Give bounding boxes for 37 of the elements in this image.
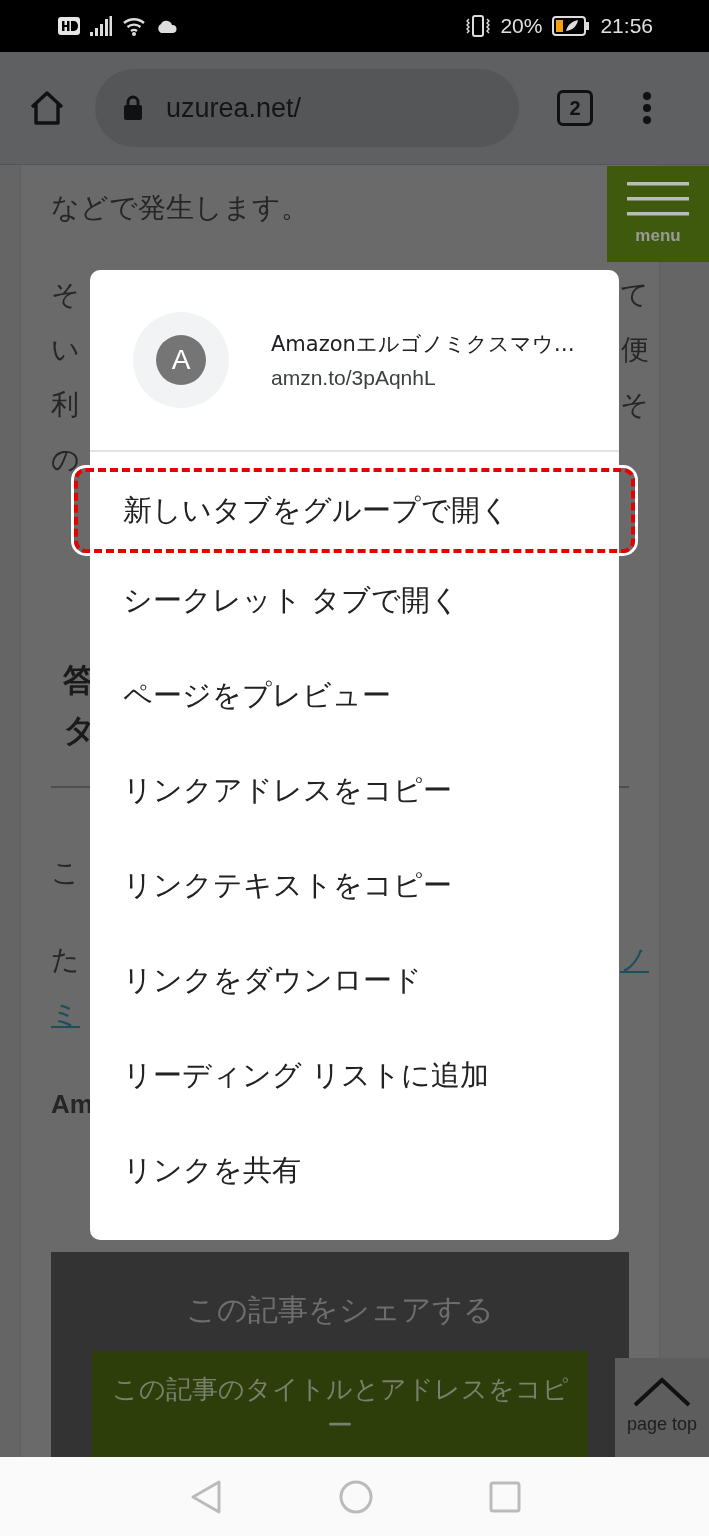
menu-item[interactable]: リンクをダウンロード <box>90 933 619 1028</box>
paragraph-text: こ <box>51 854 80 891</box>
vibrate-icon <box>466 15 491 37</box>
menu-item[interactable]: リンクを共有 <box>90 1123 619 1218</box>
battery-icon <box>552 16 591 36</box>
clock-time: 21:56 <box>600 14 653 38</box>
paragraph-text: そ <box>620 386 649 423</box>
paragraph-text: 利 <box>51 386 79 423</box>
home-circle-icon[interactable] <box>337 1478 374 1515</box>
signal-icon <box>90 16 112 36</box>
share-title: この記事をシェアする <box>185 1291 495 1329</box>
more-options-icon[interactable] <box>641 91 653 125</box>
recents-icon[interactable] <box>488 1480 521 1513</box>
lock-icon <box>122 95 144 121</box>
paragraph-text: そ <box>51 276 80 313</box>
home-icon[interactable] <box>28 90 66 126</box>
favicon-letter: A <box>156 335 206 385</box>
link-url: amzn.to/3pAqnhL <box>271 366 437 390</box>
paragraph-text: Am <box>51 1089 93 1120</box>
menu-label: menu <box>635 226 681 246</box>
wifi-icon <box>122 16 146 36</box>
chevron-up-icon <box>632 1376 692 1408</box>
menu-item[interactable]: リーディング リストに追加 <box>90 1028 619 1123</box>
paragraph-text: て <box>620 276 649 313</box>
paragraph-text: 便 <box>621 331 649 368</box>
cloud-icon <box>156 19 178 33</box>
page-top-label: page top <box>626 1414 698 1435</box>
url-text: uzurea.net/ <box>166 92 302 124</box>
menu-icon <box>627 182 689 216</box>
paragraph-text: い <box>51 331 80 368</box>
battery-percent: 20% <box>500 14 543 38</box>
paragraph-text: などで発生します。 <box>51 189 309 226</box>
menu-item[interactable]: リンクテキストをコピー <box>90 838 619 933</box>
link-title: Amazonエルゴノミクスマウ… <box>271 331 575 358</box>
hd-icon <box>58 17 80 35</box>
paragraph-text: た <box>51 941 80 978</box>
menu-item[interactable]: シークレット タブで開く <box>90 553 619 648</box>
